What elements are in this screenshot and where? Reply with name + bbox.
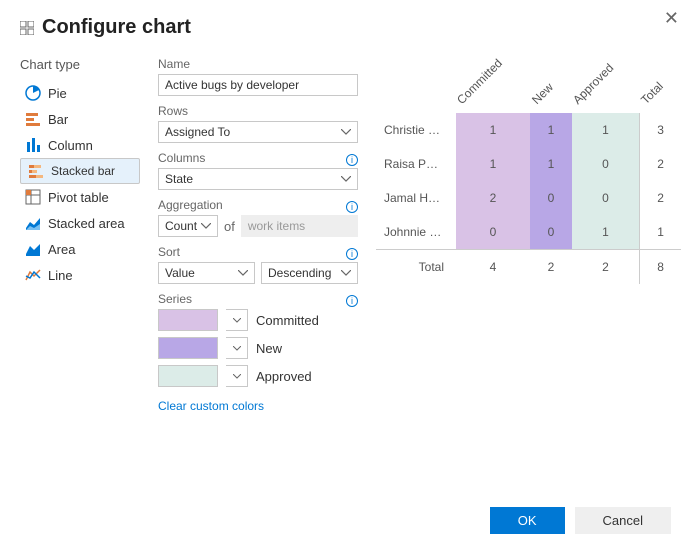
chart-type-bar[interactable]: Bar	[20, 106, 140, 132]
chart-type-line[interactable]: Line	[20, 262, 140, 288]
pivot-cell: 1	[456, 113, 530, 147]
info-icon[interactable]: i	[346, 248, 358, 260]
close-button[interactable]: ✕	[664, 8, 679, 29]
series-color-picker[interactable]	[226, 365, 248, 387]
pivot-cell: 1	[639, 215, 681, 250]
name-input[interactable]	[158, 74, 358, 96]
pivot-col-header: New	[530, 87, 572, 113]
name-label: Name	[158, 57, 358, 71]
pivot-row: Jamal Hartn...2002	[376, 181, 681, 215]
pivot-total-cell: 2	[572, 250, 639, 285]
pivot-cell: 2	[639, 181, 681, 215]
pivot-cell: 0	[572, 147, 639, 181]
aggregation-target: work items	[241, 215, 358, 237]
pivot-total-label: Total	[376, 250, 456, 285]
aggregation-select[interactable]: Count	[158, 215, 218, 237]
rows-label: Rows	[158, 104, 358, 118]
chart-type-label: Stacked bar	[51, 164, 115, 178]
pivot-row: Johnnie McL...0011	[376, 215, 681, 250]
series-label: Series	[158, 292, 192, 306]
pivot-cell: 1	[530, 113, 572, 147]
pivot-cell: 0	[456, 215, 530, 250]
chart-type-column[interactable]: Column	[20, 132, 140, 158]
chart-type-label: Line	[48, 268, 73, 283]
columns-label: Columns	[158, 151, 205, 165]
pivot-cell: 0	[572, 181, 639, 215]
chart-type-panel: Chart type Pie Bar Column Stacked bar Pivot …	[20, 57, 140, 421]
rows-select[interactable]: Assigned To	[158, 121, 358, 143]
pivot-total-cell: 2	[530, 250, 572, 285]
line-icon	[24, 266, 42, 284]
chart-type-label: Area	[48, 242, 75, 257]
pivot-row-header: Raisa Pokro...	[376, 147, 456, 181]
chart-type-area[interactable]: Area	[20, 236, 140, 262]
pivot-col-header: Total	[639, 87, 681, 113]
chart-type-stacked-area[interactable]: Stacked area	[20, 210, 140, 236]
pivot-total-row: Total4228	[376, 250, 681, 285]
pivot-total-cell: 8	[639, 250, 681, 285]
info-icon[interactable]: i	[346, 154, 358, 166]
dialog-title: Configure chart	[42, 16, 191, 39]
pivot-cell: 1	[572, 215, 639, 250]
pivot-cell: 2	[639, 147, 681, 181]
pivot-cell: 0	[530, 215, 572, 250]
pivot-cell: 1	[530, 147, 572, 181]
pivot-row-header: Christie Ch...	[376, 113, 456, 147]
pivot-total-cell: 4	[456, 250, 530, 285]
info-icon[interactable]: i	[346, 295, 358, 307]
series-row: New	[158, 337, 358, 359]
series-row: Approved	[158, 365, 358, 387]
stacked-bar-icon	[27, 162, 45, 180]
pivot-cell: 1	[456, 147, 530, 181]
chart-type-pie[interactable]: Pie	[20, 80, 140, 106]
sort-dir-select[interactable]: Descending	[261, 262, 358, 284]
sort-by-select[interactable]: Value	[158, 262, 255, 284]
pivot-col-header: Committed	[456, 87, 530, 113]
series-color-picker[interactable]	[226, 309, 248, 331]
dialog-header: Configure chart	[20, 16, 671, 39]
pivot-col-header: Approved	[572, 87, 639, 113]
series-color-picker[interactable]	[226, 337, 248, 359]
chart-type-stacked-bar[interactable]: Stacked bar	[20, 158, 140, 184]
series-swatch	[158, 365, 218, 387]
pivot-cell: 2	[456, 181, 530, 215]
columns-select[interactable]: State	[158, 168, 358, 190]
pivot-row: Raisa Pokro...1102	[376, 147, 681, 181]
series-name: Approved	[256, 369, 312, 384]
pivot-cell: 1	[572, 113, 639, 147]
series-swatch	[158, 337, 218, 359]
chart-grid-icon	[20, 21, 34, 35]
ok-button[interactable]: OK	[490, 507, 565, 534]
chart-type-label: Bar	[48, 112, 68, 127]
chart-type-label: Pivot table	[48, 190, 109, 205]
chart-type-label: Pie	[48, 86, 67, 101]
bar-icon	[24, 110, 42, 128]
column-icon	[24, 136, 42, 154]
clear-colors-link[interactable]: Clear custom colors	[158, 399, 264, 413]
stacked-area-icon	[24, 214, 42, 232]
area-icon	[24, 240, 42, 258]
pivot-cell: 0	[530, 181, 572, 215]
series-swatch	[158, 309, 218, 331]
info-icon[interactable]: i	[346, 201, 358, 213]
aggregation-of-text: of	[224, 219, 235, 234]
sort-label: Sort	[158, 245, 180, 259]
series-name: Committed	[256, 313, 319, 328]
cancel-button[interactable]: Cancel	[575, 507, 671, 534]
preview-panel: CommittedNewApprovedTotalChristie Ch...1…	[376, 57, 681, 421]
pivot-row: Christie Ch...1113	[376, 113, 681, 147]
pivot-cell: 3	[639, 113, 681, 147]
pie-icon	[24, 84, 42, 102]
chart-type-label: Stacked area	[48, 216, 125, 231]
series-row: Committed	[158, 309, 358, 331]
config-panel: Name Rows Assigned To Columns i State Ag…	[158, 57, 358, 421]
pivot-row-header: Johnnie McL...	[376, 215, 456, 250]
chart-type-pivot-table[interactable]: Pivot table	[20, 184, 140, 210]
pivot-row-header: Jamal Hartn...	[376, 181, 456, 215]
aggregation-label: Aggregation	[158, 198, 223, 212]
pivot-table-icon	[24, 188, 42, 206]
series-name: New	[256, 341, 282, 356]
chart-type-label: Column	[48, 138, 93, 153]
chart-type-heading: Chart type	[20, 57, 140, 72]
